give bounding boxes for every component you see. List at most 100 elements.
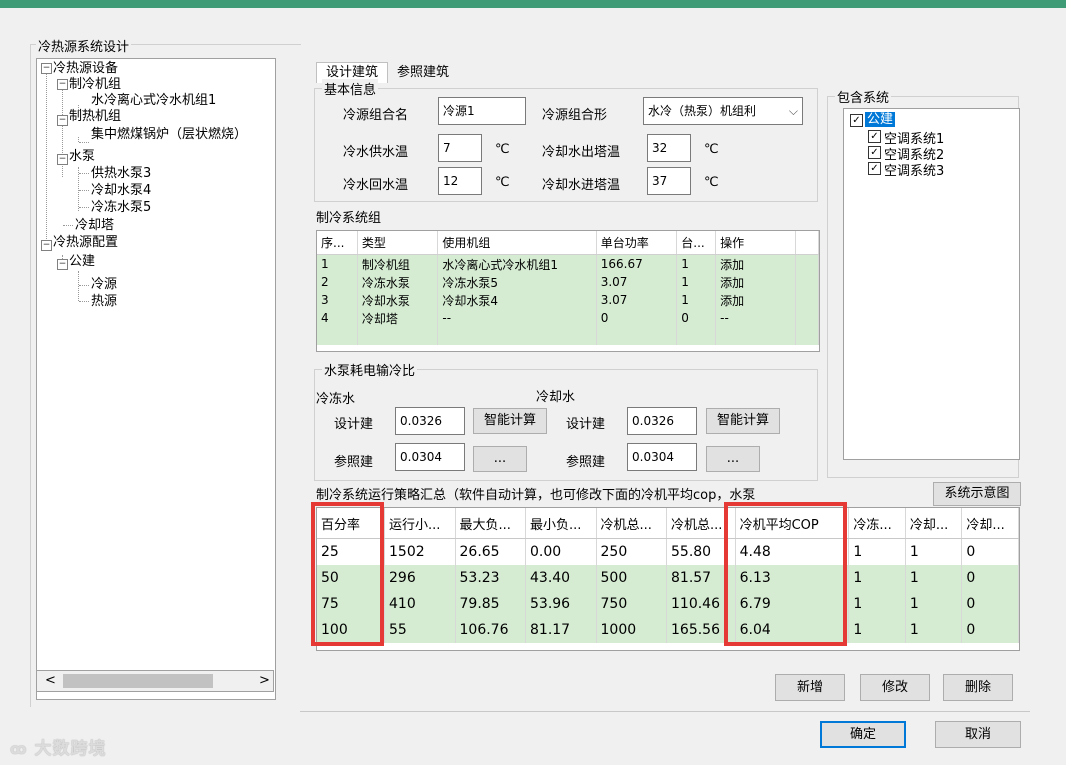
tree-node-cold-source[interactable]: 冷源 [91, 277, 117, 292]
tab-reference-building[interactable]: 参照建筑 [388, 64, 458, 82]
tree-node-config[interactable]: 冷热源配置 [53, 235, 118, 250]
cell[interactable]: 79.85 [455, 591, 526, 617]
tree-node-cooling-tower[interactable]: 冷却塔 [75, 218, 114, 233]
cell[interactable]: 410 [384, 591, 456, 617]
checkbox-checked-icon[interactable]: ✓ [850, 114, 863, 127]
cell[interactable]: 0 [961, 591, 1019, 617]
tree-node-chiller-1[interactable]: 水冷离心式冷水机组1 [91, 93, 216, 108]
collapse-toggle-icon[interactable]: − [41, 240, 52, 251]
cell[interactable]: 1 [905, 538, 963, 565]
checkbox-checked-icon[interactable]: ✓ [868, 162, 881, 175]
add-action-cell[interactable]: 添加 [715, 291, 797, 309]
cell[interactable]: 1 [905, 565, 963, 591]
add-button[interactable]: 新增 [775, 674, 845, 701]
cooling-design-input[interactable]: 0.0326 [627, 407, 697, 435]
cell[interactable]: 1 [905, 617, 963, 643]
cooling-group-table[interactable]: 序... 类型 使用机组 单台功率 台... 操作 1 制冷机组 水冷离心式冷水… [316, 230, 820, 352]
tree-horizontal-scrollbar[interactable]: < > [36, 670, 274, 692]
cell[interactable]: 0 [961, 617, 1019, 643]
tower-out-input[interactable]: 32 [647, 134, 691, 162]
cell[interactable]: 53.23 [455, 565, 526, 591]
chilled-more-button[interactable]: ... [473, 446, 527, 472]
cooling-reference-input[interactable]: 0.0304 [627, 443, 697, 471]
tree-node-pump-5[interactable]: 冷冻水泵5 [91, 200, 151, 215]
column-header[interactable]: 台... [676, 231, 717, 255]
column-header[interactable]: 最小负... [525, 508, 597, 539]
cell[interactable]: 1 [848, 565, 906, 591]
summary-table[interactable]: 百分率 运行小... 最大负... 最小负... 冷机总... 冷机总... 冷… [316, 507, 1020, 651]
source-type-select[interactable]: 水冷（热泵）机组利 ⌵ [643, 97, 803, 125]
tree-node-boiler[interactable]: 集中燃煤锅炉（层状燃烧） [91, 127, 247, 142]
systems-list[interactable]: ✓ 公建 ✓ 空调系统1 ✓ 空调系统2 ✓ 空调系统3 [843, 108, 1020, 460]
scroll-left-icon[interactable]: < [45, 673, 56, 688]
cell[interactable]: 1000 [596, 617, 667, 643]
cell[interactable]: 0 [961, 565, 1019, 591]
table-row[interactable]: 1 制冷机组 水冷离心式冷水机组1 166.67 1 添加 [317, 254, 819, 273]
cell[interactable]: 0 [961, 538, 1019, 565]
collapse-toggle-icon[interactable]: − [57, 154, 68, 165]
tree-node-chillers[interactable]: 制冷机组 [69, 77, 121, 92]
table-row[interactable]: 100 55 106.76 81.17 1000 165.56 6.04 1 1… [317, 617, 1019, 643]
table-row[interactable]: 3 冷却水泵 冷却水泵4 3.07 1 添加 [317, 291, 819, 309]
column-header[interactable]: 冷机总... [596, 508, 667, 539]
tree-node-heaters[interactable]: 制热机组 [69, 109, 121, 124]
cooling-smart-calc-button[interactable]: 智能计算 [706, 408, 780, 434]
cell[interactable]: 500 [596, 565, 667, 591]
tower-in-input[interactable]: 37 [647, 167, 691, 195]
collapse-toggle-icon[interactable]: − [57, 259, 68, 270]
cell[interactable]: 1502 [384, 538, 456, 565]
cell[interactable]: 1 [848, 538, 906, 565]
system-item[interactable]: 空调系统3 [884, 160, 944, 179]
cooling-more-button[interactable]: ... [706, 446, 760, 472]
cell[interactable]: 81.17 [525, 617, 597, 643]
column-header[interactable]: 单台功率 [596, 231, 678, 255]
scroll-thumb[interactable] [63, 674, 213, 688]
system-root-item[interactable]: 公建 [865, 112, 896, 127]
column-header[interactable]: 类型 [357, 231, 439, 255]
tree-view[interactable]: − 冷热源设备 − 制冷机组 水冷离心式冷水机组1 − 制热机组 集中燃煤锅炉（… [36, 58, 276, 700]
column-header[interactable]: 运行小... [384, 508, 456, 539]
cancel-button[interactable]: 取消 [935, 721, 1021, 748]
add-action-cell[interactable]: 添加 [715, 254, 797, 273]
tree-node-equipment[interactable]: 冷热源设备 [53, 61, 118, 76]
table-row[interactable]: 25 1502 26.65 0.00 250 55.80 4.48 1 1 0 [317, 538, 1019, 565]
cell[interactable]: 43.40 [525, 565, 597, 591]
collapse-toggle-icon[interactable]: − [41, 63, 52, 74]
chilled-reference-input[interactable]: 0.0304 [395, 443, 465, 471]
checkbox-checked-icon[interactable]: ✓ [868, 130, 881, 143]
delete-button[interactable]: 删除 [943, 674, 1013, 701]
column-header[interactable]: 冷却... [961, 508, 1019, 539]
chilled-return-input[interactable]: 12 [438, 167, 482, 195]
chilled-supply-input[interactable]: 7 [438, 134, 482, 162]
cell[interactable]: 26.65 [455, 538, 526, 565]
collapse-toggle-icon[interactable]: − [57, 115, 68, 126]
cell[interactable]: 106.76 [455, 617, 526, 643]
cell[interactable]: 1 [905, 591, 963, 617]
tree-node-public-building[interactable]: 公建 [69, 254, 95, 269]
table-row[interactable]: 2 冷冻水泵 冷冻水泵5 3.07 1 添加 [317, 273, 819, 291]
cell[interactable]: 250 [596, 538, 667, 565]
ok-button[interactable]: 确定 [820, 721, 906, 748]
table-row[interactable]: 50 296 53.23 43.40 500 81.57 6.13 1 1 0 [317, 565, 1019, 591]
cell[interactable]: 53.96 [525, 591, 597, 617]
tree-node-heat-source[interactable]: 热源 [91, 294, 117, 309]
collapse-toggle-icon[interactable]: − [57, 79, 68, 90]
cell[interactable]: 1 [848, 591, 906, 617]
column-header[interactable]: 操作 [715, 231, 797, 255]
tree-node-pumps[interactable]: 水泵 [69, 149, 95, 164]
source-name-input[interactable]: 冷源1 [438, 97, 526, 125]
column-header[interactable]: 最大负... [455, 508, 526, 539]
system-diagram-button[interactable]: 系统示意图 [933, 482, 1021, 506]
chilled-smart-calc-button[interactable]: 智能计算 [473, 408, 547, 434]
cell[interactable]: 55 [384, 617, 456, 643]
tree-node-pump-3[interactable]: 供热水泵3 [91, 166, 151, 181]
cell[interactable]: 1 [848, 617, 906, 643]
table-row[interactable]: 75 410 79.85 53.96 750 110.46 6.79 1 1 0 [317, 591, 1019, 617]
chilled-design-input[interactable]: 0.0326 [395, 407, 465, 435]
column-header[interactable]: 冷冻... [848, 508, 906, 539]
cell[interactable]: 296 [384, 565, 456, 591]
table-row[interactable]: 4 冷却塔 -- 0 0 -- [317, 309, 819, 327]
edit-button[interactable]: 修改 [860, 674, 930, 701]
tree-node-pump-4[interactable]: 冷却水泵4 [91, 183, 151, 198]
column-header[interactable]: 序... [317, 231, 358, 255]
